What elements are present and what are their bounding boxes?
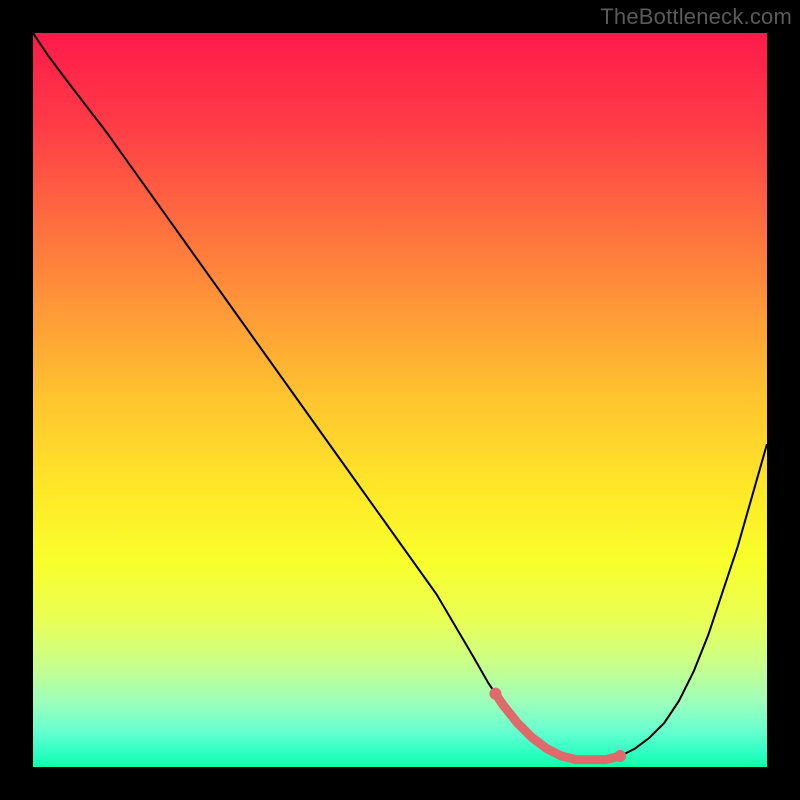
curve-svg: [33, 33, 767, 767]
plot-area: [33, 33, 767, 767]
watermark-label: TheBottleneck.com: [600, 4, 792, 30]
highlight-dot-right: [614, 750, 626, 762]
bottleneck-curve: [33, 33, 767, 760]
highlight-segment: [495, 694, 620, 760]
